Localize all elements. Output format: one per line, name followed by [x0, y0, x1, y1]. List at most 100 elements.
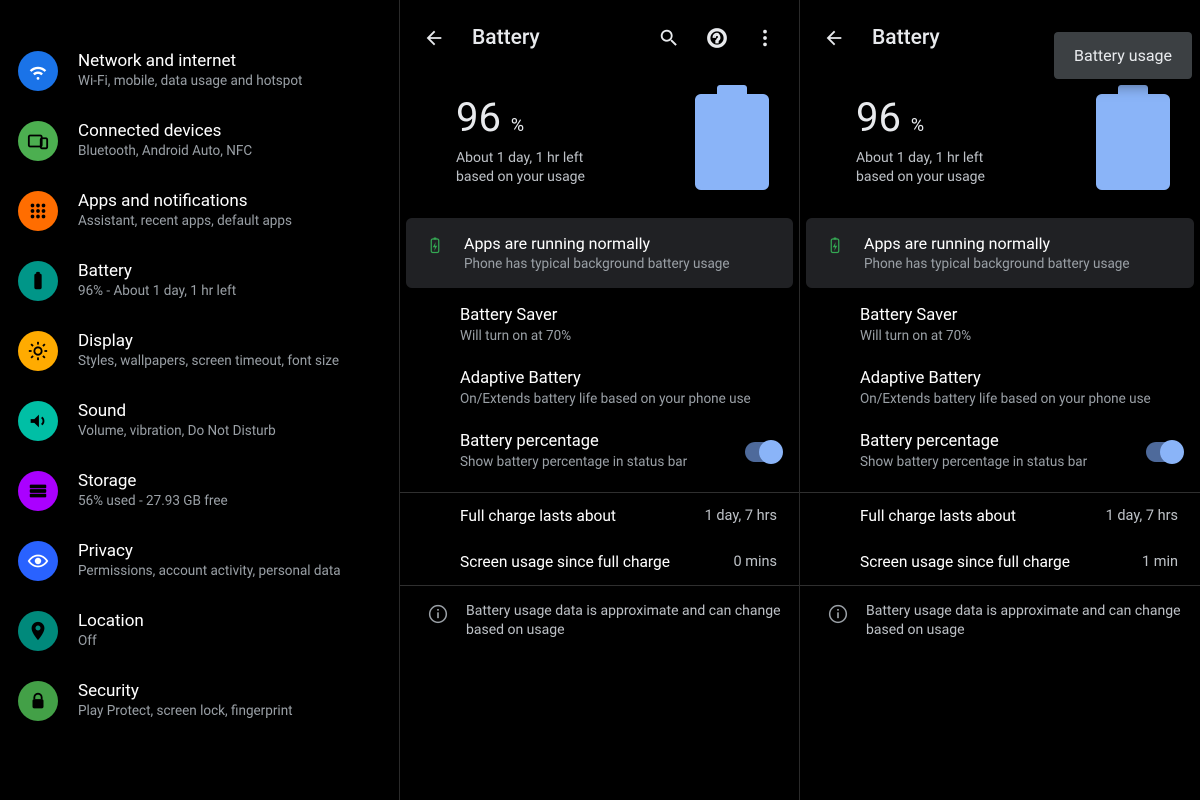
battery-percentage-row[interactable]: Battery percentage Show battery percenta… [400, 420, 799, 483]
settings-item-sub: Assistant, recent apps, default apps [78, 213, 381, 231]
settings-item-text: DisplayStyles, wallpapers, screen timeou… [78, 331, 381, 371]
apps-normal-title: Apps are running normally [864, 234, 1130, 253]
back-button[interactable] [814, 18, 854, 58]
settings-item-title: Connected devices [78, 121, 381, 141]
settings-item-text: Privacy Permissions, account activity, pe… [78, 541, 381, 581]
security-icon [18, 681, 58, 721]
settings-item-location[interactable]: LocationOff [0, 596, 399, 666]
settings-item-sub: 96% - About 1 day, 1 hr left [78, 283, 381, 301]
battery-hero-text: 96 % About 1 day, 1 hr left based on you… [856, 94, 985, 187]
settings-item-title: Network and internet [78, 51, 381, 71]
settings-item-text: Storage 56% used - 27.93 GB free [78, 471, 381, 511]
arrow-back-icon [823, 27, 845, 49]
battery-header: Battery ? [400, 0, 799, 64]
full-charge-stat[interactable]: Full charge lasts about 1 day, 7 hrs [800, 493, 1200, 539]
battery-note: Battery usage data is approximate and ca… [400, 585, 799, 656]
battery-percentage-title: Battery percentage [460, 432, 785, 451]
adaptive-battery-sub: On/Extends battery life based on your ph… [460, 390, 785, 408]
settings-item-title: Battery [78, 261, 381, 281]
adaptive-battery-row[interactable]: Adaptive Battery On/Extends battery life… [400, 357, 799, 420]
settings-item-title: Storage [78, 471, 381, 491]
battery-percent: 96 % [856, 94, 985, 141]
settings-item-text: Battery 96% - About 1 day, 1 hr left [78, 261, 381, 301]
apps-normal-sub: Phone has typical background battery usa… [864, 256, 1130, 272]
settings-item-title: Apps and notifications [78, 191, 381, 211]
battery-saver-title: Battery Saver [460, 306, 785, 325]
menu-item-battery-usage[interactable]: Battery usage [1074, 46, 1172, 65]
settings-item-sub: Play Protect, screen lock, fingerprint [78, 703, 381, 721]
screen-usage-label: Screen usage since full charge [460, 553, 670, 571]
settings-item-devices[interactable]: Connected devicesBluetooth, Android Auto… [0, 106, 399, 176]
battery-stats: Full charge lasts about 1 day, 7 hrs Scr… [400, 492, 799, 585]
adaptive-battery-row[interactable]: Adaptive Battery On/Extends battery life… [800, 357, 1200, 420]
settings-item-apps[interactable]: Apps and notifications Assistant, recent … [0, 176, 399, 246]
battery-saver-sub: Will turn on at 70% [860, 327, 1186, 345]
settings-item-security[interactable]: SecurityPlay Protect, screen lock, finge… [0, 666, 399, 736]
settings-item-sub: Off [78, 633, 381, 651]
settings-item-title: Privacy [78, 541, 381, 561]
adaptive-battery-title: Adaptive Battery [860, 369, 1186, 388]
battery-icon [1096, 94, 1170, 190]
battery-saver-row[interactable]: Battery Saver Will turn on at 70% [400, 294, 799, 357]
battery-hero: 96 % About 1 day, 1 hr left based on you… [800, 64, 1200, 212]
more-vert-icon [754, 27, 776, 49]
settings-item-sound[interactable]: SoundVolume, vibration, Do Not Disturb [0, 386, 399, 456]
back-button[interactable] [414, 18, 454, 58]
wifi-icon [18, 51, 58, 91]
svg-text:?: ? [714, 31, 721, 45]
settings-item-text: LocationOff [78, 611, 381, 651]
battery-pane-2: Battery Battery usage 96 % About 1 day, … [800, 0, 1200, 800]
settings-item-wifi[interactable]: Network and internetWi-Fi, mobile, data … [0, 36, 399, 106]
sound-icon [18, 401, 58, 441]
settings-item-storage[interactable]: Storage 56% used - 27.93 GB free [0, 456, 399, 526]
battery-percentage-row[interactable]: Battery percentage Show battery percenta… [800, 420, 1200, 483]
info-icon [828, 604, 848, 624]
info-icon [428, 604, 448, 624]
battery-percentage-sub: Show battery percentage in status bar [860, 453, 1186, 471]
battery-percentage-toggle[interactable] [745, 442, 781, 462]
apps-normal-title: Apps are running normally [464, 234, 730, 253]
battery-saver-row[interactable]: Battery Saver Will turn on at 70% [800, 294, 1200, 357]
apps-normal-sub: Phone has typical background battery usa… [464, 256, 730, 272]
apps-normal-card[interactable]: Apps are running normally Phone has typi… [406, 218, 793, 288]
battery-stats: Full charge lasts about 1 day, 7 hrs Scr… [800, 492, 1200, 585]
settings-item-sub: Permissions, account activity, personal … [78, 563, 381, 581]
settings-item-text: Network and internetWi-Fi, mobile, data … [78, 51, 381, 91]
adaptive-battery-sub: On/Extends battery life based on your ph… [860, 390, 1186, 408]
settings-item-text: Connected devicesBluetooth, Android Auto… [78, 121, 381, 161]
battery-saver-title: Battery Saver [860, 306, 1186, 325]
settings-item-battery[interactable]: Battery 96% - About 1 day, 1 hr left [0, 246, 399, 316]
battery-pane-1: Battery ? 96 % About 1 day, 1 hr left ba… [400, 0, 800, 800]
battery-percentage-toggle[interactable] [1146, 442, 1182, 462]
search-icon [658, 27, 680, 49]
battery-icon [695, 94, 769, 190]
settings-item-title: Sound [78, 401, 381, 421]
battery-estimate: About 1 day, 1 hr left based on your usa… [456, 149, 585, 187]
screen-usage-value: 1 min [1142, 553, 1178, 570]
screen-usage-stat[interactable]: Screen usage since full charge 0 mins [400, 539, 799, 585]
apps-normal-card[interactable]: Apps are running normally Phone has typi… [806, 218, 1194, 288]
full-charge-value: 1 day, 7 hrs [1106, 507, 1178, 524]
overflow-button[interactable] [745, 18, 785, 58]
screen-usage-value: 0 mins [734, 553, 777, 570]
battery-note-text: Battery usage data is approximate and ca… [466, 602, 781, 640]
apps-icon [18, 191, 58, 231]
devices-icon [18, 121, 58, 161]
search-button[interactable] [649, 18, 689, 58]
battery-estimate: About 1 day, 1 hr left based on your usa… [856, 149, 985, 187]
location-icon [18, 611, 58, 651]
screen-usage-stat[interactable]: Screen usage since full charge 1 min [800, 539, 1200, 585]
help-button[interactable]: ? [697, 18, 737, 58]
privacy-icon [18, 541, 58, 581]
battery-saver-sub: Will turn on at 70% [460, 327, 785, 345]
battery-percentage-title: Battery percentage [860, 432, 1186, 451]
settings-item-privacy[interactable]: Privacy Permissions, account activity, pe… [0, 526, 399, 596]
settings-item-sub: 56% used - 27.93 GB free [78, 493, 381, 511]
settings-item-text: Apps and notifications Assistant, recent … [78, 191, 381, 231]
settings-item-sub: Styles, wallpapers, screen timeout, font… [78, 353, 381, 371]
settings-item-display[interactable]: DisplayStyles, wallpapers, screen timeou… [0, 316, 399, 386]
battery-note-text: Battery usage data is approximate and ca… [866, 602, 1182, 640]
full-charge-stat[interactable]: Full charge lasts about 1 day, 7 hrs [400, 493, 799, 539]
help-icon: ? [706, 27, 728, 49]
overflow-menu: Battery usage [1054, 32, 1192, 79]
